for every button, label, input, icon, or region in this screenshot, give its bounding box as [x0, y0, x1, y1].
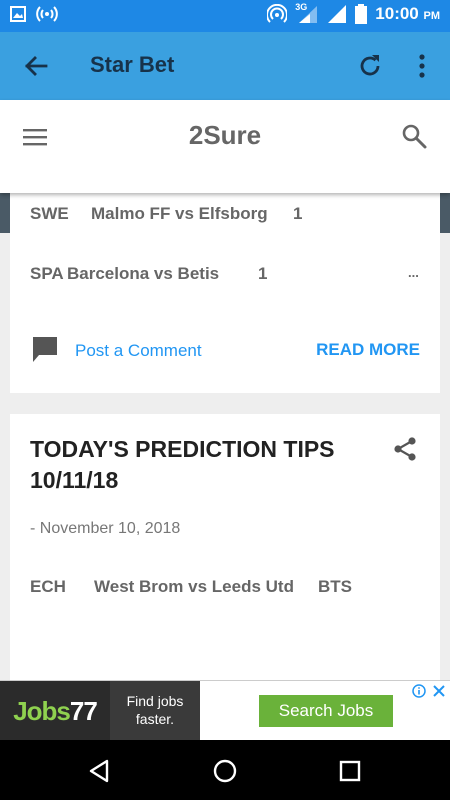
system-nav-bar	[0, 740, 450, 800]
ellipsis: ...	[408, 265, 419, 280]
ad-tagline: Find jobs faster.	[110, 681, 200, 741]
back-arrow-icon[interactable]	[22, 52, 50, 80]
signal-icon-2	[328, 5, 347, 23]
battery-icon	[355, 4, 368, 24]
post-card: SWE Malmo FF vs Elfsborg 1 SPA Barcelona…	[10, 193, 440, 393]
post-title[interactable]: TODAY'S PREDICTION TIPS 10/11/18	[30, 434, 360, 496]
league-code: SWE	[30, 204, 69, 223]
match-name: Barcelona vs Betis	[67, 264, 220, 283]
more-vert-icon[interactable]	[410, 52, 434, 80]
post-card: TODAY'S PREDICTION TIPS 10/11/18 - Novem…	[10, 414, 440, 680]
ad-tagline-line1: Find jobs	[126, 693, 184, 709]
post-comment-link[interactable]: Post a Comment	[75, 341, 202, 361]
match-name: Malmo FF vs Elfsborg	[91, 204, 268, 223]
ad-logo-number: 77	[69, 695, 98, 726]
left-band	[0, 193, 10, 233]
tip: 1	[258, 264, 268, 283]
nav-back-icon[interactable]	[87, 758, 113, 784]
ad-banner[interactable]: Jobs 77 Find jobs faster. Search Jobs	[0, 680, 450, 741]
app-bar: Star Bet	[0, 32, 450, 100]
nav-recents-icon[interactable]	[337, 758, 363, 784]
status-bar: 3G 10:00 PM	[0, 0, 450, 32]
match-name: West Brom vs Leeds Utd	[94, 577, 294, 596]
site-header: 2Sure	[0, 100, 450, 193]
signal-3g: 3G	[295, 2, 319, 24]
comment-icon[interactable]	[32, 336, 58, 364]
tip: BTS	[318, 577, 352, 596]
ad-tagline-line2: faster.	[135, 711, 175, 727]
search-jobs-button[interactable]: Search Jobs	[259, 695, 393, 727]
post-date: - November 10, 2018	[30, 520, 181, 537]
share-icon[interactable]	[392, 436, 418, 462]
refresh-icon[interactable]	[356, 52, 384, 80]
nav-home-icon[interactable]	[212, 758, 238, 784]
league-code: ECH	[30, 577, 66, 596]
clock: 10:00 PM	[375, 4, 440, 23]
ad-logo[interactable]: Jobs 77	[0, 681, 110, 741]
read-more-button[interactable]: READ MORE	[316, 340, 420, 360]
image-icon	[10, 6, 26, 22]
hotspot-icon	[267, 4, 288, 23]
ad-info-icon[interactable]	[412, 684, 426, 698]
ad-logo-text: Jobs	[13, 695, 71, 726]
content-area[interactable]: SWE Malmo FF vs Elfsborg 1 SPA Barcelona…	[0, 193, 450, 680]
league-code: SPA	[30, 264, 64, 283]
tip: 1	[293, 204, 303, 223]
site-brand[interactable]: 2Sure	[0, 120, 450, 151]
right-band	[440, 193, 450, 233]
signal-icon	[299, 6, 318, 23]
ad-close-icon[interactable]	[432, 684, 446, 698]
broadcast-icon	[36, 6, 58, 22]
app-title: Star Bet	[90, 52, 175, 77]
search-icon[interactable]	[400, 122, 428, 150]
